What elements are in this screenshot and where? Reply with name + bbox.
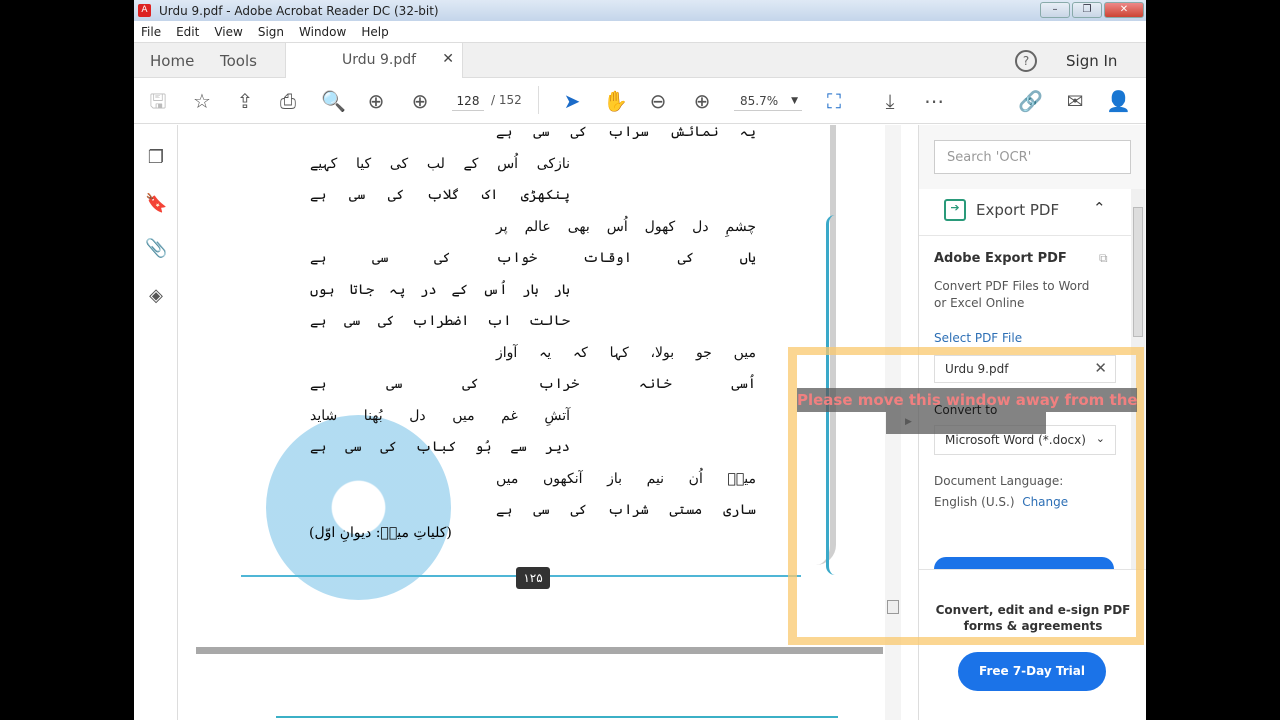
select-pdf-file-link[interactable]: Select PDF File [934, 331, 1022, 345]
change-language-link[interactable]: Change [1022, 495, 1068, 509]
attachments-icon[interactable]: 📎 [145, 238, 167, 260]
add-user-icon[interactable]: 👤 [1106, 89, 1131, 113]
export-description: Convert PDF Files to Word or Excel Onlin… [934, 279, 1090, 310]
window-title: Urdu 9.pdf - Adobe Acrobat Reader DC (32… [159, 3, 439, 18]
minimize-button[interactable]: – [1040, 2, 1070, 18]
toolbar: 🖫 ☆ ⇪ ⎙ 🔍 ⊕ ⊕ 128 / 152 ➤ ✋ ⊖ ⊕ 85.7% ▼ ⛶… [134, 78, 1146, 124]
poem-text: یہ نمائش سراب کی سی ہے نازکی اُس کے لب ک… [310, 125, 756, 527]
poem-line: نازکی اُس کے لب کی کیا کہیے [310, 155, 570, 172]
menu-sign[interactable]: Sign [258, 25, 284, 39]
sign-in-button[interactable]: Sign In [1066, 52, 1117, 70]
convert-format-value: Microsoft Word (*.docx) [945, 433, 1086, 447]
poem-line: حالت اب اضطراب کی سی ہے [310, 313, 570, 329]
hand-tool-icon[interactable]: ✋ [603, 89, 628, 113]
export-pdf-icon: ➔ [944, 199, 966, 221]
panel-scrollbar-thumb[interactable] [1133, 207, 1143, 337]
poem-line: چشمِ دل کھول اُس بھی عالم پر [496, 218, 756, 235]
language-label: Document Language: [934, 474, 1064, 488]
selected-file-name: Urdu 9.pdf [945, 362, 1009, 376]
menu-bar: File Edit View Sign Window Help [134, 21, 1146, 42]
convert-to-label: Convert to [934, 403, 998, 417]
layers-icon[interactable]: ◈ [145, 285, 167, 307]
menu-help[interactable]: Help [361, 25, 388, 39]
poem-line: پنکھڑی اک گلاب کی سی ہے [310, 187, 570, 203]
remove-file-icon[interactable]: ✕ [1094, 359, 1107, 377]
poem-line: میں جو بولا، کہا کہ یہ آواز [496, 344, 756, 361]
fit-page-icon[interactable]: ⛶ [822, 89, 846, 113]
upload-cloud-icon[interactable]: ⇪ [233, 89, 257, 113]
tools-search-input[interactable]: Search 'OCR' [934, 140, 1131, 174]
tab-document-label: Urdu 9.pdf [342, 52, 417, 68]
share-link-icon[interactable]: 🔗 [1018, 89, 1043, 113]
export-pdf-card: ➔ Export PDF ⌃ Adobe Export PDF ⧉ Convert… [919, 189, 1131, 569]
chevron-up-icon[interactable]: ⌃ [1093, 199, 1106, 217]
tab-home[interactable]: Home [150, 52, 194, 70]
promo-section: Convert, edit and e-sign PDF forms & agr… [919, 569, 1146, 720]
selected-file-field[interactable]: Urdu 9.pdf ✕ [934, 355, 1116, 383]
tab-tools[interactable]: Tools [220, 52, 257, 70]
previous-page-icon[interactable]: ⊕ [364, 89, 388, 113]
toolbar-divider [538, 86, 539, 114]
chevron-down-icon: ⌄ [1095, 432, 1105, 445]
poem-line: دیر سے بُو کباب کی سی ہے [310, 439, 570, 455]
page-total: / 152 [491, 93, 522, 107]
acrobat-app-icon: A [138, 4, 151, 17]
next-page-icon[interactable]: ⊕ [408, 89, 432, 113]
menu-window[interactable]: Window [299, 25, 346, 39]
poem-line: ساری مستی شراب کی سی ہے [496, 502, 756, 518]
zoom-out-icon[interactable]: ⊖ [646, 89, 670, 113]
document-language: Document Language: English (U.S.) Change [934, 471, 1068, 513]
poem-line: بار بار اُس کے در پہ جاتا ہوں [310, 281, 570, 298]
document-view: یہ نمائش سراب کی سی ہے نازکی اُس کے لب ک… [179, 125, 917, 720]
poem-line: یہ نمائش سراب کی سی ہے [496, 125, 756, 140]
print-icon[interactable]: ⎙ [276, 89, 300, 113]
convert-button[interactable] [934, 557, 1114, 569]
poem-line: میرؔ اُن نیم باز آنکھوں میں [496, 470, 756, 487]
panel-scrollbar[interactable] [1131, 189, 1145, 569]
language-value: English (U.S.) [934, 495, 1015, 509]
poem-line: اُسی خانہ خراب کی سی ہے [310, 376, 756, 392]
menu-view[interactable]: View [214, 25, 242, 39]
scrollbar-thumb[interactable] [887, 600, 899, 614]
promo-text: Convert, edit and e-sign PDF forms & agr… [935, 603, 1131, 633]
next-page-decoration [276, 716, 838, 718]
pdf-page: یہ نمائش سراب کی سی ہے نازکی اُس کے لب ک… [196, 125, 883, 648]
poem-line: یاں کی اوقات خواب کی سی ہے [310, 250, 756, 266]
chevron-down-icon: ▼ [791, 96, 798, 106]
restore-button[interactable]: ❐ [1072, 2, 1102, 18]
search-zoom-icon[interactable]: 🔍 [321, 89, 346, 113]
left-navigation-pane: ❐ 🔖 📎 ◈ [134, 125, 178, 720]
more-tools-icon[interactable]: ⋯ [922, 89, 946, 113]
close-tab-icon[interactable]: ✕ [442, 51, 454, 67]
page-separator [196, 647, 883, 654]
zoom-in-icon[interactable]: ⊕ [690, 89, 714, 113]
export-pdf-header[interactable]: ➔ Export PDF [944, 199, 1059, 221]
zoom-level-dropdown[interactable]: 85.7% ▼ [734, 91, 802, 111]
adobe-export-heading: Adobe Export PDF [934, 251, 1067, 266]
email-icon[interactable]: ✉ [1063, 89, 1087, 113]
poem-line: آتشِ غم میں دل بُھنا شاید [310, 407, 570, 424]
export-pdf-title: Export PDF [976, 201, 1060, 219]
bookmarks-icon[interactable]: 🔖 [145, 193, 167, 215]
poem-reference: (کلیاتِ میرؔ: دیوانِ اوّل) [309, 525, 452, 541]
menu-file[interactable]: File [141, 25, 161, 39]
tab-document[interactable]: Urdu 9.pdf ✕ [285, 43, 463, 79]
select-cursor-icon[interactable]: ➤ [560, 89, 584, 113]
zoom-value: 85.7% [740, 94, 779, 108]
cloud-document-icon: ⧉ [1099, 251, 1108, 265]
free-trial-button[interactable]: Free 7-Day Trial [958, 652, 1106, 691]
divider [919, 235, 1131, 236]
page-number-label: ۱۲۵ [516, 567, 550, 589]
menu-edit[interactable]: Edit [176, 25, 199, 39]
page-number-input[interactable]: 128 [452, 91, 484, 111]
help-icon[interactable]: ? [1015, 50, 1037, 72]
acrobat-window: A Urdu 9.pdf - Adobe Acrobat Reader DC (… [134, 0, 1146, 720]
bookmark-star-icon[interactable]: ☆ [190, 89, 214, 113]
title-bar: A Urdu 9.pdf - Adobe Acrobat Reader DC (… [134, 0, 1146, 21]
scroll-mode-icon[interactable]: ⤓ [878, 89, 902, 113]
save-icon[interactable]: 🖫 [146, 89, 170, 113]
page-thumbnails-icon[interactable]: ❐ [145, 147, 167, 169]
close-window-button[interactable]: ✕ [1104, 2, 1144, 18]
tab-bar: Home Tools Urdu 9.pdf ✕ ? Sign In [134, 42, 1146, 79]
